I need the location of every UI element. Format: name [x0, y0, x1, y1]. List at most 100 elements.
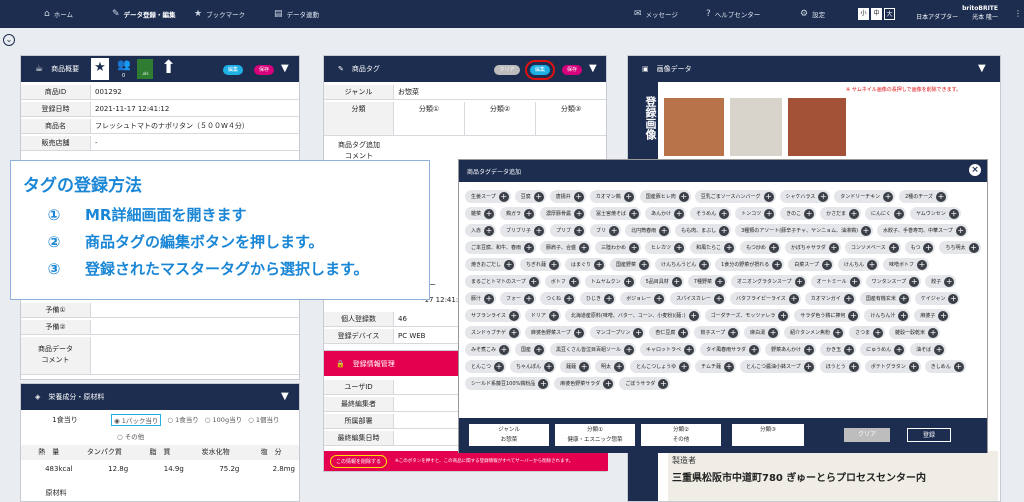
tag-chip[interactable]: フォー + — [500, 292, 537, 305]
plus-icon[interactable]: + — [714, 276, 725, 287]
tag-chip[interactable]: コンソメベース + — [844, 241, 901, 254]
tag-chip[interactable]: 野菜あんかけ + — [765, 343, 817, 356]
plus-icon[interactable]: + — [778, 310, 789, 321]
serving-option-meal[interactable]: ○ 1食当り — [167, 414, 198, 426]
nutrition-toggle-icon[interactable]: ▼ — [281, 391, 289, 402]
plus-icon[interactable]: + — [679, 361, 690, 372]
tag-chip[interactable]: 2種のチーズ + — [899, 190, 949, 203]
tag-chip[interactable]: ご本豆腐、和牛、春雨 + — [465, 241, 537, 254]
plus-icon[interactable]: + — [533, 191, 544, 202]
plus-icon[interactable]: + — [603, 378, 614, 389]
plus-icon[interactable]: + — [763, 191, 774, 202]
tag-chip[interactable]: 豆腐 + — [514, 190, 546, 203]
plus-icon[interactable]: + — [955, 225, 966, 236]
tag-chip[interactable]: 麺麺 + — [560, 360, 592, 373]
tag-chip[interactable]: あんかけ + — [645, 207, 687, 220]
tag-chip[interactable]: 国産野菜 + — [610, 258, 652, 271]
tag-chip[interactable]: 豚肩子、合盛 + — [540, 241, 592, 254]
font-size-large-button[interactable]: 大 — [884, 8, 895, 20]
plus-icon[interactable]: + — [658, 378, 669, 389]
plus-icon[interactable]: + — [719, 225, 730, 236]
thumbnail-2[interactable] — [730, 98, 782, 156]
plus-icon[interactable]: + — [934, 344, 945, 355]
plus-icon[interactable]: + — [624, 344, 635, 355]
plus-icon[interactable]: + — [574, 208, 585, 219]
plus-icon[interactable]: + — [594, 259, 605, 270]
plus-icon[interactable]: + — [713, 293, 724, 304]
plus-icon[interactable]: + — [909, 276, 920, 287]
plus-icon[interactable]: + — [544, 361, 555, 372]
tag-chip[interactable]: 雑穀一穀乾米 + — [889, 326, 941, 339]
plus-icon[interactable]: + — [788, 293, 799, 304]
plus-icon[interactable]: + — [509, 327, 520, 338]
tag-chip[interactable]: 3種類のアソート(豚辛子チャ、ヤンニョム、油淋鶏) + — [735, 224, 874, 237]
plus-icon[interactable]: + — [873, 327, 884, 338]
plus-icon[interactable]: + — [948, 208, 959, 219]
plus-icon[interactable]: + — [772, 259, 783, 270]
plus-icon[interactable]: + — [534, 225, 545, 236]
tag-chip[interactable]: ちぎれ麺 + — [520, 258, 562, 271]
tag-chip[interactable]: 唐揚弁 + — [549, 190, 586, 203]
plus-icon[interactable]: + — [498, 191, 509, 202]
tag-chip[interactable]: かぼちゃサラダ + — [784, 241, 841, 254]
tag-chip[interactable]: カオマン鶏 + — [589, 190, 636, 203]
tag-chip[interactable]: シャケハラス + — [779, 190, 831, 203]
plus-icon[interactable]: + — [821, 259, 832, 270]
plus-icon[interactable]: + — [944, 276, 955, 287]
tag-chip[interactable]: ケイジャン + — [914, 292, 961, 305]
tag-chip[interactable]: 生姜スープ + — [465, 190, 511, 203]
tag-chip[interactable]: 国産 + — [515, 343, 547, 356]
tag-chip[interactable]: 5品目具材 + — [639, 275, 684, 288]
plus-icon[interactable]: + — [623, 276, 634, 287]
plus-icon[interactable]: + — [688, 310, 699, 321]
tag-chip[interactable]: カオマンガイ + — [804, 292, 856, 305]
plus-icon[interactable]: + — [749, 344, 760, 355]
tag-chip[interactable]: 雑菜 + — [465, 207, 497, 220]
tag-chip[interactable]: 国産有機玄米 + — [859, 292, 911, 305]
tag-chip[interactable]: とんこつ醤油小鉢スープ + — [739, 360, 816, 373]
tag-chip[interactable]: みそ煮こみ + — [465, 343, 512, 356]
tag-chip[interactable]: タンドリーチキン + — [834, 190, 896, 203]
tag-chip[interactable]: 鶏ガラ + — [500, 207, 537, 220]
plus-icon[interactable]: + — [699, 259, 710, 270]
tag-chip[interactable]: 北円筒春雨 + — [625, 224, 672, 237]
tag-chip[interactable]: ごぼうサラダ + — [619, 377, 671, 390]
plus-icon[interactable]: + — [484, 293, 495, 304]
plus-icon[interactable]: + — [574, 225, 585, 236]
plus-icon[interactable]: + — [948, 293, 959, 304]
plus-icon[interactable]: + — [883, 191, 894, 202]
tag-chip[interactable]: 1食分の野菜が摂れる + — [715, 258, 785, 271]
tag-chip[interactable]: 餃子 + — [925, 275, 957, 288]
plus-icon[interactable]: + — [803, 361, 814, 372]
tag-chip[interactable]: けんちん汁 + — [864, 309, 911, 322]
tag-chip[interactable]: トムヤムクン + — [584, 275, 636, 288]
plus-icon[interactable]: + — [484, 225, 495, 236]
upload-arrow-icon[interactable]: ⬆ — [161, 57, 176, 79]
plus-icon[interactable]: + — [923, 242, 934, 253]
tag-chip[interactable]: 和風たらこ + — [690, 241, 737, 254]
plus-icon[interactable]: + — [524, 242, 535, 253]
plus-icon[interactable]: + — [548, 310, 559, 321]
tag-chip[interactable]: トンコツ + — [735, 207, 777, 220]
tag-chip[interactable]: ブリ + — [590, 224, 622, 237]
product-save-button[interactable]: 保存 — [254, 65, 274, 75]
plus-icon[interactable]: + — [674, 208, 685, 219]
plus-icon[interactable]: + — [484, 208, 495, 219]
tag-chip[interactable]: ヤムウンセン + — [909, 207, 961, 220]
nav-settings[interactable]: ⚙ 設定 — [800, 0, 825, 28]
tag-chip[interactable]: 杏仁豆腐 + — [649, 326, 691, 339]
plus-icon[interactable]: + — [573, 327, 584, 338]
serving-option-100g[interactable]: ○ 100g当り — [205, 414, 242, 426]
tag-chip[interactable]: かさだま + — [820, 207, 862, 220]
thumbnail-3[interactable] — [788, 98, 846, 156]
plus-icon[interactable]: + — [678, 191, 689, 202]
plus-icon[interactable]: + — [828, 242, 839, 253]
tag-chip[interactable]: ボジョレー + — [620, 292, 667, 305]
plus-icon[interactable]: + — [564, 293, 575, 304]
nav-bookmark[interactable]: ★ ブックマーク — [194, 0, 245, 28]
tag-chip[interactable]: まるごとトマトのスープ + — [465, 275, 541, 288]
plus-icon[interactable]: + — [633, 327, 644, 338]
serving-option-other[interactable]: ○ その他 — [117, 431, 144, 441]
tag-chip[interactable]: キャロットラペ + — [640, 343, 697, 356]
collapse-toggle-icon[interactable]: ⌄ — [3, 34, 15, 46]
